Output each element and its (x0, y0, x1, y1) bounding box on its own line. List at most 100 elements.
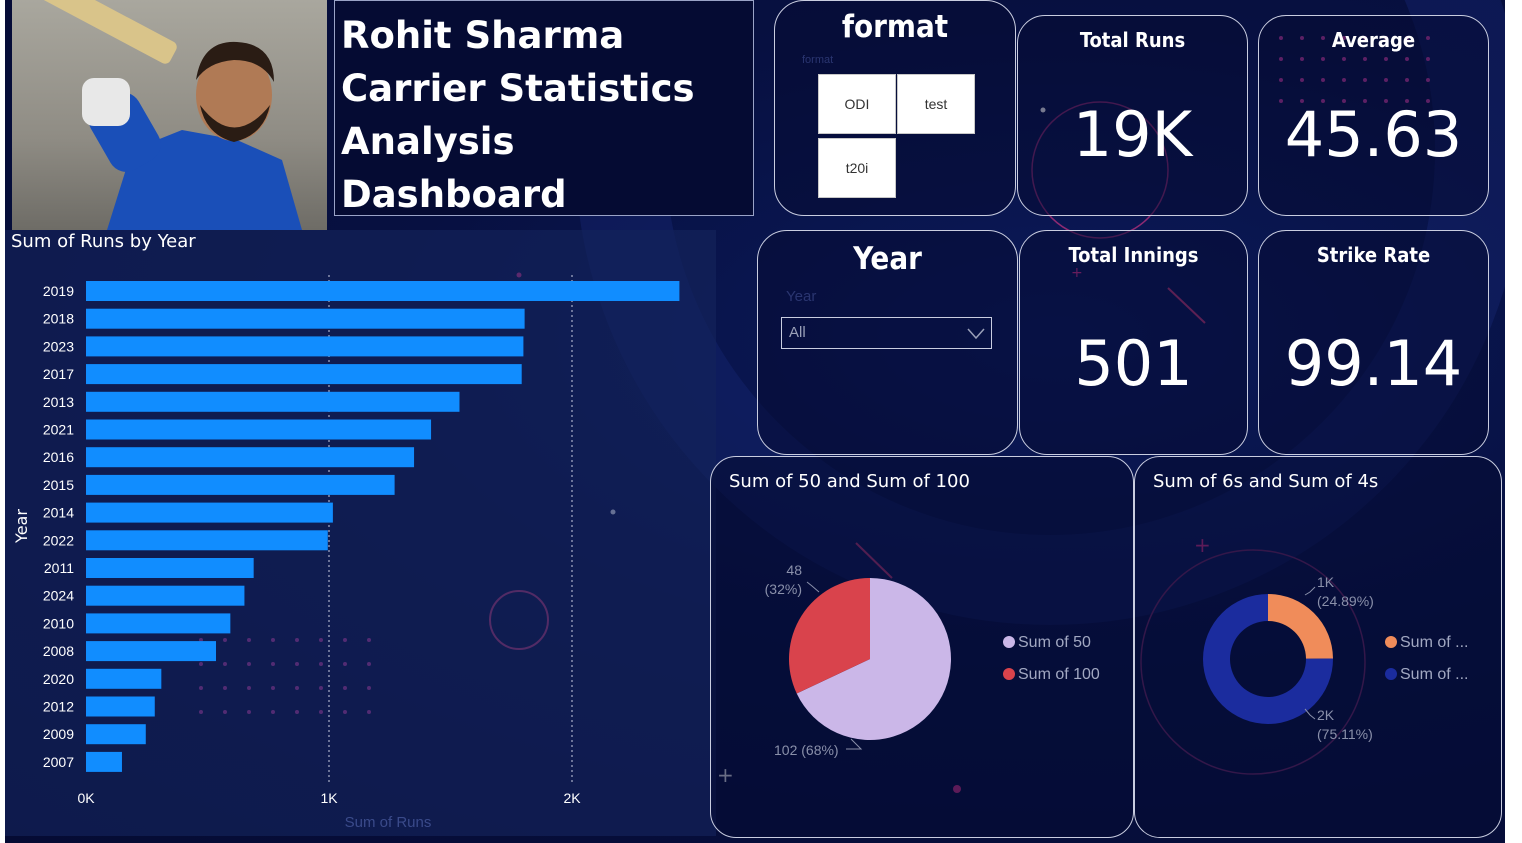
y-tick-label: 2008 (43, 643, 74, 659)
y-tick-label: 2012 (43, 699, 74, 715)
runs-by-year-chart[interactable]: 2019 2018 2023 2017 2013 2021 2016 2015 2014 2022… (5, 230, 716, 836)
y-tick-label: 2014 (43, 505, 74, 521)
kpi-strike-rate-value: 99.14 (1284, 327, 1463, 400)
chevron-down-icon (967, 328, 985, 340)
x-axis-label: Sum of Runs (345, 814, 432, 831)
donut-legend-fours-dot (1385, 668, 1397, 680)
y-tick-label: 2023 (43, 338, 74, 354)
x-tick-label: 0K (77, 790, 95, 806)
bar-2015[interactable] (86, 474, 395, 495)
bar-2016[interactable] (86, 447, 415, 468)
y-axis-label: Year (12, 509, 31, 544)
kpi-total-runs-card: Total Runs 19K (1017, 15, 1248, 216)
y-tick-label: 2020 (43, 671, 74, 687)
kpi-average-value: 45.63 (1284, 98, 1463, 171)
player-photo (12, 0, 327, 230)
kpi-total-innings-label: Total Innings (1068, 243, 1199, 267)
kpi-average-card: Average 45.63 (1258, 15, 1489, 216)
bar-2021[interactable] (86, 419, 432, 440)
pie-leader-hundred (806, 581, 820, 593)
bar-2020[interactable] (86, 668, 162, 689)
sixes-fours-panel: Sum of 6s and Sum of 4s 1K (24.89%) 2K (… (1134, 456, 1502, 838)
y-tick-label: 2024 (43, 588, 74, 604)
y-tick-label: 2022 (43, 532, 74, 548)
bar-2013[interactable] (86, 391, 460, 412)
year-slicer-heading: Year (853, 241, 922, 277)
bar-2011[interactable] (86, 558, 254, 578)
bar-2008[interactable] (86, 641, 217, 662)
donut-legend-fours[interactable]: Sum of ... (1385, 666, 1468, 684)
fifties-hundreds-panel: Sum of 50 and Sum of 100 48 (32%) 102 (6… (710, 456, 1134, 838)
donut-legend-sixes-dot (1385, 636, 1397, 648)
year-dropdown[interactable]: All (781, 317, 992, 349)
y-tick-label: 2018 (43, 311, 74, 327)
donut-label-sixes-value: 1K (1317, 574, 1335, 590)
y-tick-label: 2007 (43, 754, 74, 770)
pie-legend-hundred-dot (1003, 668, 1015, 680)
bar-2019[interactable] (86, 281, 680, 301)
x-tick-label: 1K (320, 790, 338, 806)
bar-2022[interactable] (86, 530, 328, 551)
bat (37, 0, 177, 64)
kpi-total-innings-card: Total Innings 501 (1019, 230, 1248, 455)
y-tick-label: 2009 (43, 726, 74, 742)
bar-2023[interactable] (86, 336, 524, 357)
y-tick-label: 2011 (44, 560, 74, 576)
bar-2014[interactable] (86, 502, 333, 523)
pie-label-hundred-line1: 48 (786, 562, 802, 578)
donut-leader-fours (1304, 708, 1316, 720)
format-slicer-heading: format (841, 9, 949, 45)
bar-2024[interactable] (86, 585, 245, 606)
donut-legend-sixes-label: Sum of ... (1400, 634, 1469, 651)
bar-2012[interactable] (86, 696, 155, 717)
pie-legend-fifty-label: Sum of 50 (1018, 634, 1091, 651)
y-tick-label: 2010 (43, 615, 74, 631)
pie-label-fifty: 102 (68%) (774, 742, 839, 758)
donut-label-fours: 2K (75.11%) (1317, 706, 1373, 744)
y-tick-label: 2015 (43, 477, 74, 493)
dashboard-title: Rohit Sharma Carrier Statistics Analysis… (341, 14, 695, 216)
pie-label-hundred-pct: (32%) (764, 581, 802, 597)
kpi-total-innings-value: 501 (1074, 327, 1193, 400)
bar-2007[interactable] (86, 751, 122, 772)
format-option-test[interactable]: test (897, 74, 975, 134)
donut-label-sixes: 1K (24.89%) (1317, 573, 1374, 611)
year-slicer-sublabel: Year (786, 288, 817, 305)
format-option-odi[interactable]: ODI (818, 74, 896, 134)
donut-legend-sixes[interactable]: Sum of ... (1385, 634, 1468, 652)
donut-leader-sixes (1304, 586, 1316, 596)
x-tick-label: 2K (563, 790, 581, 806)
bar-2010[interactable] (86, 613, 231, 634)
kpi-strike-rate-label: Strike Rate (1316, 243, 1431, 267)
kpi-total-runs-label: Total Runs (1079, 28, 1186, 52)
title-box: Rohit Sharma Carrier Statistics Analysis… (334, 0, 754, 216)
donut-label-fours-pct: (75.11%) (1317, 726, 1373, 742)
y-tick-label: 2019 (43, 283, 74, 299)
player-illustration (37, 0, 302, 230)
bar-2009[interactable] (86, 724, 146, 745)
dashboard-canvas: + + + Rohit Sharma Carrier Statistics An… (5, 0, 1505, 843)
y-tick-label: 2017 (43, 366, 74, 382)
runs-by-year-panel: Sum of Runs by Year 2019 2018 2023 2017 2013… (5, 230, 716, 836)
donut-label-sixes-pct: (24.89%) (1317, 593, 1374, 609)
donut-label-fours-value: 2K (1317, 707, 1335, 723)
y-tick-label: 2016 (43, 449, 74, 465)
glove (82, 78, 130, 126)
year-dropdown-value: All (789, 324, 806, 341)
bar-2017[interactable] (86, 364, 522, 385)
pie-legend-hundred-label: Sum of 100 (1018, 666, 1100, 683)
year-slicer-card: Year Year All (757, 230, 1018, 455)
bar-2018[interactable] (86, 308, 525, 329)
kpi-total-runs-value: 19K (1072, 98, 1193, 171)
kpi-average-label: Average (1331, 28, 1416, 52)
kpi-strike-rate-card: Strike Rate 99.14 (1258, 230, 1489, 455)
y-tick-label: 2013 (43, 394, 74, 410)
pie-legend-hundred[interactable]: Sum of 100 (1003, 666, 1100, 684)
y-tick-label: 2021 (43, 422, 74, 438)
pie-legend-fifty-dot (1003, 636, 1015, 648)
format-slicer-card: format format ODI test t20i (774, 0, 1016, 216)
format-slicer-sublabel: format (802, 54, 834, 66)
pie-leader-fifty (846, 738, 863, 750)
pie-legend-fifty[interactable]: Sum of 50 (1003, 634, 1091, 652)
format-option-t20i[interactable]: t20i (818, 138, 896, 198)
